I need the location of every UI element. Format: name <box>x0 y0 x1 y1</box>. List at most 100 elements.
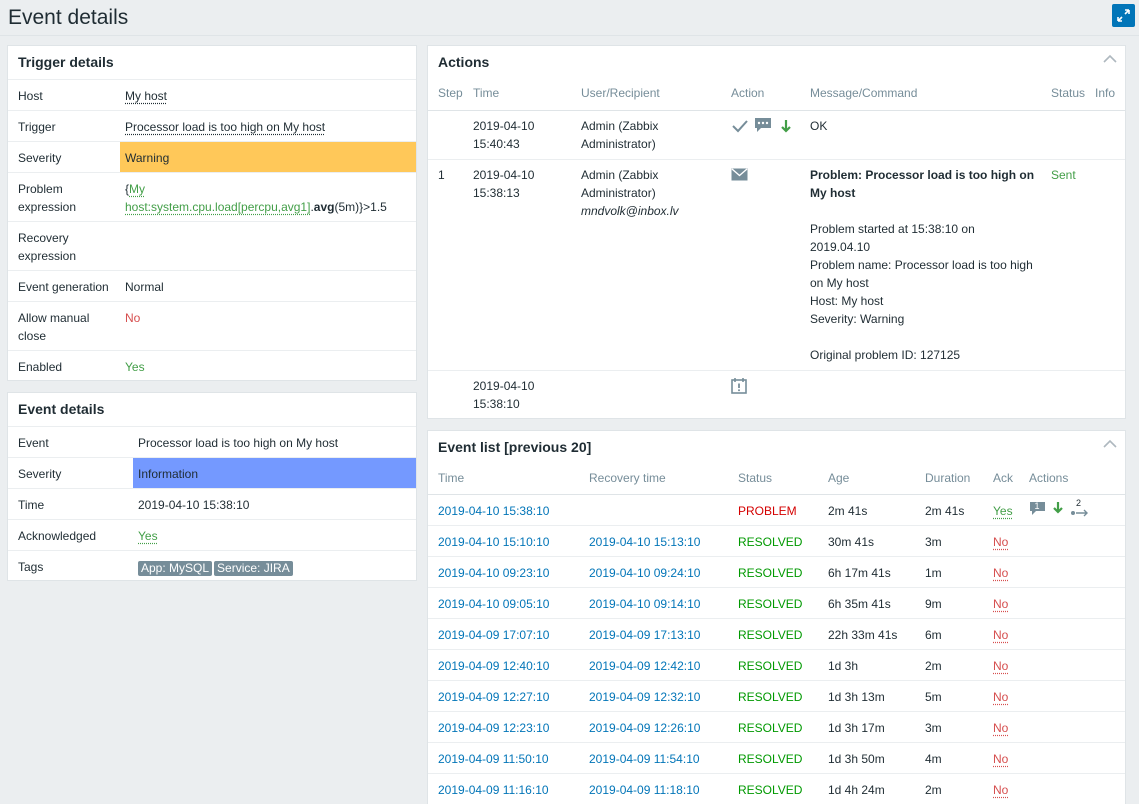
recovery-time-link[interactable]: 2019-04-09 12:26:10 <box>589 719 700 737</box>
action-time: 2019-04-10 15:38:10 <box>473 379 535 411</box>
ack-link[interactable]: No <box>993 595 1008 613</box>
event-severity-row: Severity Information <box>8 457 416 488</box>
action-message: Problem: Processor load is too high on My… <box>810 168 1035 362</box>
recovery-time-link[interactable]: 2019-04-09 12:42:10 <box>589 657 700 675</box>
event-list-title: Event list [previous 20] <box>438 439 592 455</box>
table-row: 2019-04-09 17:07:10 2019-04-09 17:13:10 RE… <box>428 618 1125 649</box>
comment-icon: 1 <box>1029 501 1046 516</box>
comment-icon <box>755 118 772 132</box>
calendar-alert-icon <box>731 378 747 394</box>
event-duration: 3m <box>925 535 942 549</box>
event-duration: 2m <box>925 783 942 797</box>
ack-link[interactable]: Yes <box>993 502 1013 520</box>
col-actions: Actions <box>1029 471 1069 485</box>
ack-link[interactable]: No <box>993 688 1008 706</box>
trigger-details-panel: Trigger details Host My host Trigger Pro… <box>7 45 417 381</box>
ack-link[interactable]: No <box>993 564 1008 582</box>
event-status: RESOLVED <box>738 628 803 642</box>
trigger-label: Trigger <box>18 120 56 134</box>
table-row: 2019-04-09 12:23:10 2019-04-09 12:26:10 RE… <box>428 711 1125 742</box>
severity-label: Severity <box>18 151 62 165</box>
action-icons <box>731 378 747 399</box>
recovery-time-link[interactable]: 2019-04-10 15:13:10 <box>589 533 700 551</box>
problem-expression-label: Problem expression <box>18 182 77 214</box>
chevron-up-icon[interactable] <box>1103 439 1117 449</box>
event-time-link[interactable]: 2019-04-09 12:27:10 <box>438 688 549 706</box>
tags-list: App: MySQL Service: JIRA <box>138 559 295 577</box>
event-time-link[interactable]: 2019-04-09 12:23:10 <box>438 719 549 737</box>
event-age: 22h 33m 41s <box>828 628 898 642</box>
event-time-link[interactable]: 2019-04-09 11:50:10 <box>438 750 549 768</box>
event-label: Event <box>18 436 49 450</box>
expression-item-link[interactable]: My host:system.cpu.load[percpu,avg1] <box>125 182 310 214</box>
ack-link[interactable]: No <box>993 719 1008 737</box>
recovery-time-link[interactable]: 2019-04-09 11:18:10 <box>589 781 700 799</box>
event-time-link[interactable]: 2019-04-10 15:38:10 <box>438 502 549 520</box>
ack-link[interactable]: No <box>993 657 1008 675</box>
event-age: 1d 3h <box>828 659 859 673</box>
event-time-link[interactable]: 2019-04-10 15:10:10 <box>438 533 549 551</box>
table-row: 2019-04-10 09:23:10 2019-04-10 09:24:10 RE… <box>428 556 1125 587</box>
arrow-down-icon <box>1053 502 1063 514</box>
event-severity-value: Information <box>138 467 199 481</box>
table-row: 2019-04-10 09:05:10 2019-04-10 09:14:10 RE… <box>428 587 1125 618</box>
enabled-value: Yes <box>125 360 145 374</box>
action-icons <box>731 168 748 186</box>
tags-row: Tags App: MySQL Service: JIRA <box>8 550 416 581</box>
ack-link[interactable]: No <box>993 750 1008 768</box>
table-row: 2019-04-10 15:38:10 <box>428 370 1125 419</box>
tag: App: MySQL <box>138 561 213 576</box>
page-header: Event details <box>0 0 1139 36</box>
event-actions[interactable]: 12 <box>1029 498 1090 519</box>
message-count-badge: 1 <box>1034 501 1040 511</box>
event-time-link[interactable]: 2019-04-09 17:07:10 <box>438 626 549 644</box>
col-info: Info <box>1095 86 1116 100</box>
table-row: 2019-04-09 12:40:10 2019-04-09 12:42:10 RE… <box>428 649 1125 680</box>
event-age: 2m 41s <box>828 504 868 518</box>
event-time-link[interactable]: 2019-04-09 12:40:10 <box>438 657 549 675</box>
col-status: Status <box>738 471 773 485</box>
event-details-title: Event details <box>18 401 105 417</box>
action-user: Admin (Zabbix Administrator) mndvolk@inbox… <box>581 168 679 218</box>
tag: Service: JIRA <box>214 561 293 576</box>
envelope-icon <box>731 168 748 181</box>
ack-link[interactable]: No <box>993 626 1008 644</box>
recovery-time-link[interactable]: 2019-04-10 09:24:10 <box>589 564 700 582</box>
event-status: RESOLVED <box>738 659 803 673</box>
severity-row: Severity Warning <box>8 141 416 172</box>
escalation-icon: 2 <box>1070 498 1090 517</box>
col-message-command: Message/Command <box>810 86 918 100</box>
event-status: RESOLVED <box>738 752 803 766</box>
event-status: RESOLVED <box>738 690 803 704</box>
recovery-time-link[interactable]: 2019-04-09 11:54:10 <box>589 750 700 768</box>
event-age: 6h 17m 41s <box>828 566 891 580</box>
ack-link[interactable]: No <box>993 533 1008 551</box>
action-message: OK <box>810 119 828 133</box>
col-action: Action <box>731 86 765 100</box>
recovery-time-link[interactable]: 2019-04-10 09:14:10 <box>589 595 700 613</box>
event-severity-label: Severity <box>18 467 62 481</box>
table-row: 2019-04-09 11:16:10 2019-04-09 11:18:10 RE… <box>428 773 1125 804</box>
chevron-up-icon[interactable] <box>1103 54 1117 64</box>
acknowledged-row: Acknowledged Yes <box>8 519 416 550</box>
event-time-link[interactable]: 2019-04-09 11:16:10 <box>438 781 549 799</box>
trigger-link[interactable]: Processor load is too high on My host <box>125 118 325 136</box>
event-time-link[interactable]: 2019-04-10 09:23:10 <box>438 564 549 582</box>
ack-link[interactable]: No <box>993 781 1008 799</box>
action-time: 2019-04-10 15:40:43 <box>473 119 535 151</box>
event-time-link[interactable]: 2019-04-10 09:05:10 <box>438 595 549 613</box>
col-time: Time <box>438 471 465 485</box>
event-age: 1d 3h 17m <box>828 721 885 735</box>
recovery-time-link[interactable]: 2019-04-09 17:13:10 <box>589 626 700 644</box>
event-age: 1d 3h 50m <box>828 752 885 766</box>
event-age: 6h 35m 41s <box>828 597 891 611</box>
event-time-label: Time <box>18 498 45 512</box>
action-time: 2019-04-10 15:38:13 <box>473 168 535 200</box>
acknowledged-link[interactable]: Yes <box>138 527 158 545</box>
problem-expression-value: {My host:system.cpu.load[percpu,avg1].av… <box>125 182 387 214</box>
recovery-time-link[interactable]: 2019-04-09 12:32:10 <box>589 688 700 706</box>
escalation-count: 2 <box>1076 498 1082 508</box>
fullscreen-button[interactable] <box>1112 4 1135 27</box>
action-icons <box>731 117 792 138</box>
host-link[interactable]: My host <box>125 87 167 105</box>
